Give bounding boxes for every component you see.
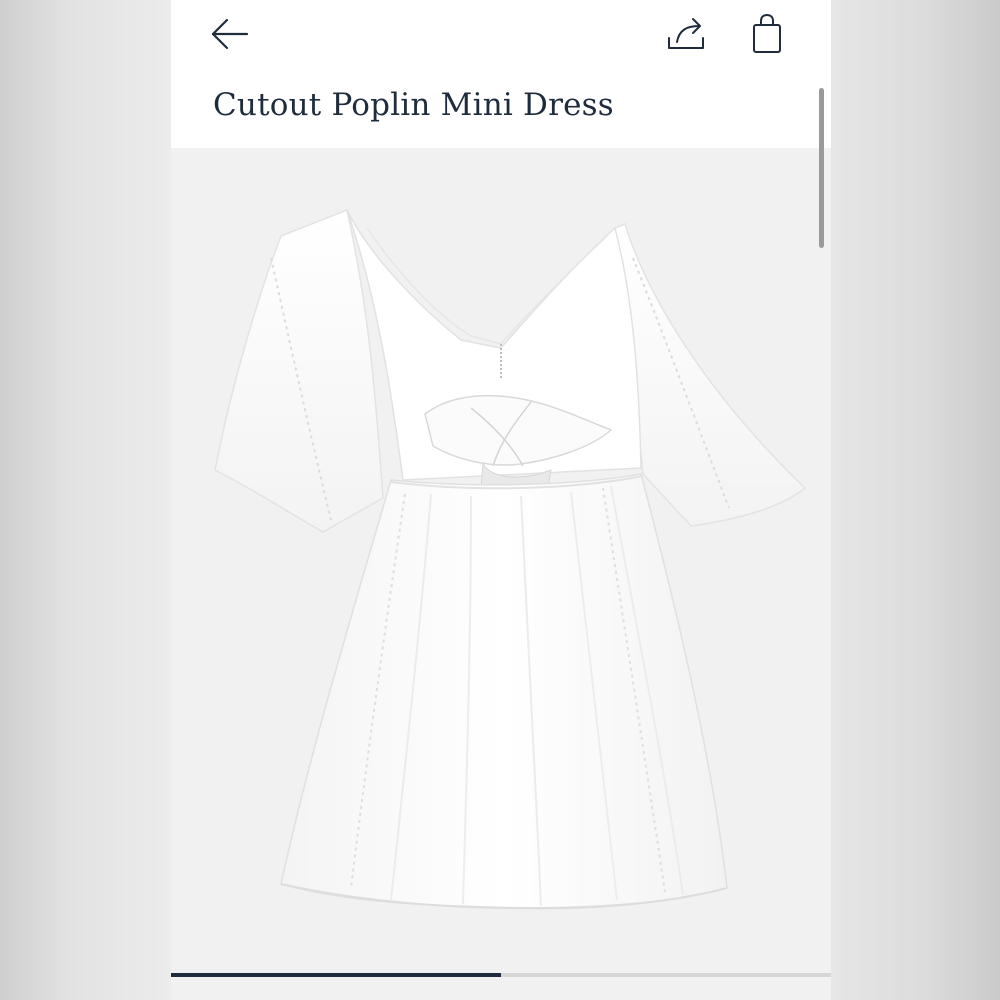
shopping-bag-icon [753, 13, 781, 53]
share-icon [668, 18, 704, 49]
gallery-progress-indicator [171, 973, 501, 977]
background-blur-left [0, 0, 171, 1000]
background-blur-right [831, 0, 1000, 1000]
arrow-left-icon [211, 18, 249, 50]
top-navigation-bar [171, 0, 831, 80]
product-image-gallery[interactable] [171, 148, 831, 1000]
product-page: Cutout Poplin Mini Dress [171, 0, 831, 1000]
share-button[interactable] [665, 14, 709, 56]
product-title: Cutout Poplin Mini Dress [213, 87, 614, 123]
shopping-bag-button[interactable] [747, 12, 787, 56]
scrollbar[interactable] [819, 88, 824, 248]
back-button[interactable] [207, 14, 251, 54]
product-image [214, 208, 807, 910]
